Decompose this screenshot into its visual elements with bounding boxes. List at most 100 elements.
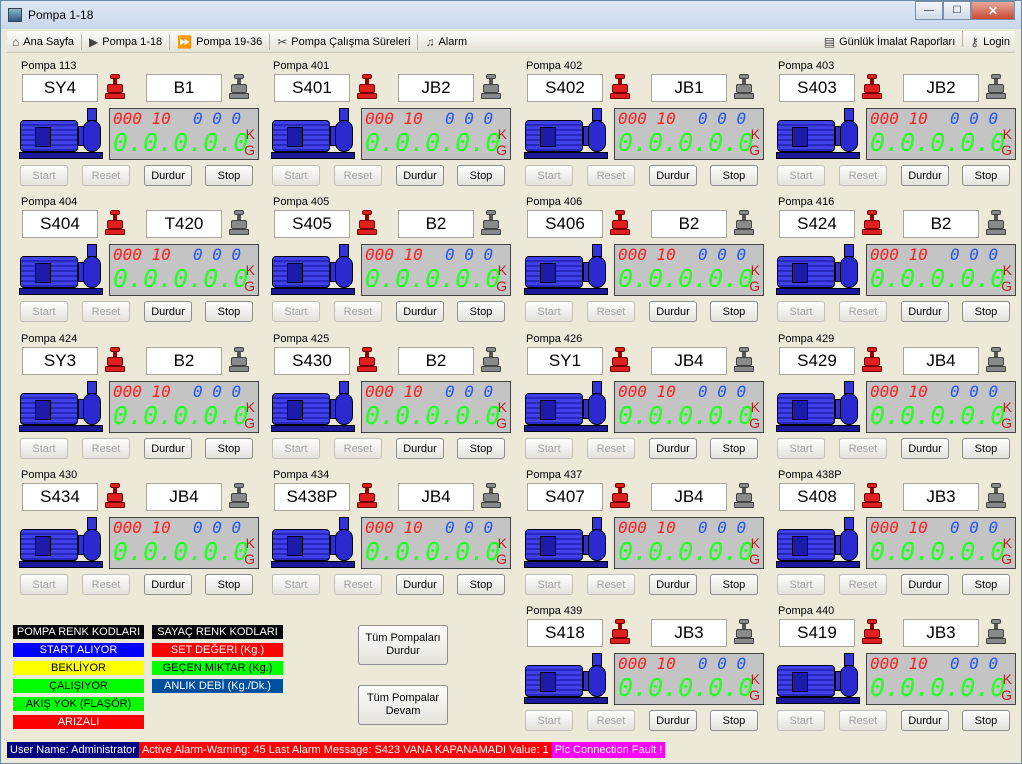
start-button[interactable]: Start	[525, 574, 573, 595]
stop-button[interactable]: Stop	[710, 710, 758, 731]
start-button[interactable]: Start	[272, 165, 320, 186]
durdur-button[interactable]: Durdur	[396, 165, 444, 186]
stop-all-pumps-button[interactable]: Tüm Pompaları Durdur	[358, 625, 448, 665]
start-button[interactable]: Start	[777, 165, 825, 186]
start-button[interactable]: Start	[20, 438, 68, 459]
stop-button[interactable]: Stop	[962, 301, 1010, 322]
menu-label: Pompa 1-18	[102, 35, 163, 48]
reset-button[interactable]: Reset	[587, 301, 635, 322]
start-button[interactable]: Start	[272, 438, 320, 459]
start-button[interactable]: Start	[777, 574, 825, 595]
reset-button[interactable]: Reset	[587, 710, 635, 731]
durdur-button[interactable]: Durdur	[901, 710, 949, 731]
start-button[interactable]: Start	[525, 301, 573, 322]
stop-button[interactable]: Stop	[710, 165, 758, 186]
stop-button[interactable]: Stop	[962, 165, 1010, 186]
menu-pompa-1-18[interactable]: ▶ Pompa 1-18	[84, 31, 167, 53]
reset-button[interactable]: Reset	[82, 165, 130, 186]
maximize-button[interactable]: ☐	[943, 1, 971, 20]
status-user: User Name: Administrator	[7, 741, 139, 758]
flow-rate-value: 0 0 0	[445, 382, 494, 401]
valve-red-icon	[105, 347, 125, 373]
amount-value: 0.0.0.0.0	[870, 673, 1006, 702]
title-bar[interactable]: Pompa 1-18 — ☐ ✕	[1, 1, 1021, 29]
tank-code-box: JB3	[903, 483, 979, 511]
stop-button[interactable]: Stop	[457, 301, 505, 322]
stop-button[interactable]: Stop	[205, 301, 253, 322]
reset-button[interactable]: Reset	[587, 574, 635, 595]
menu-ana-sayfa[interactable]: ⌂ Ana Sayfa	[7, 31, 79, 53]
start-button[interactable]: Start	[777, 710, 825, 731]
reset-button[interactable]: Reset	[334, 301, 382, 322]
durdur-button[interactable]: Durdur	[396, 438, 444, 459]
pump-card: Pompa 438P S408 JB3 000 10 0 0 0 0.0.0.0.0 K G S…	[776, 469, 1016, 600]
start-button[interactable]: Start	[20, 574, 68, 595]
minimize-button[interactable]: —	[915, 1, 943, 20]
reset-button[interactable]: Reset	[334, 438, 382, 459]
stop-button[interactable]: Stop	[205, 438, 253, 459]
stop-button[interactable]: Stop	[457, 438, 505, 459]
durdur-button[interactable]: Durdur	[649, 438, 697, 459]
reset-button[interactable]: Reset	[82, 438, 130, 459]
durdur-button[interactable]: Durdur	[144, 574, 192, 595]
durdur-button[interactable]: Durdur	[901, 574, 949, 595]
durdur-button[interactable]: Durdur	[144, 438, 192, 459]
start-button[interactable]: Start	[525, 438, 573, 459]
menu-pompa-calisma-sureleri[interactable]: ✂ Pompa Çalışma Süreleri	[272, 31, 415, 53]
stop-button[interactable]: Stop	[962, 438, 1010, 459]
start-button[interactable]: Start	[272, 301, 320, 322]
reset-button[interactable]: Reset	[587, 165, 635, 186]
tank-code-box: JB4	[651, 483, 727, 511]
reset-button[interactable]: Reset	[82, 301, 130, 322]
stop-button[interactable]: Stop	[710, 301, 758, 322]
stop-button[interactable]: Stop	[962, 710, 1010, 731]
reset-button[interactable]: Reset	[334, 574, 382, 595]
durdur-button[interactable]: Durdur	[649, 574, 697, 595]
durdur-button[interactable]: Durdur	[649, 710, 697, 731]
start-button[interactable]: Start	[777, 438, 825, 459]
set-value: 000 10	[365, 518, 423, 537]
stop-button[interactable]: Stop	[205, 574, 253, 595]
start-button[interactable]: Start	[272, 574, 320, 595]
set-value: 000 10	[870, 654, 928, 673]
durdur-button[interactable]: Durdur	[144, 165, 192, 186]
stop-button[interactable]: Stop	[962, 574, 1010, 595]
amount-value: 0.0.0.0.0	[113, 537, 249, 566]
durdur-button[interactable]: Durdur	[144, 301, 192, 322]
stop-button[interactable]: Stop	[457, 574, 505, 595]
close-button[interactable]: ✕	[971, 1, 1015, 20]
unit-k: K	[497, 535, 507, 551]
menu-gunluk-imalat-raporlari[interactable]: ▤ Günlük İmalat Raporları	[819, 31, 961, 53]
resume-all-pumps-button[interactable]: Tüm Pompalar Devam	[358, 685, 448, 725]
reset-button[interactable]: Reset	[587, 438, 635, 459]
menu-pompa-19-36[interactable]: ⏩ Pompa 19-36	[172, 31, 267, 53]
durdur-button[interactable]: Durdur	[649, 301, 697, 322]
durdur-button[interactable]: Durdur	[901, 165, 949, 186]
stop-button[interactable]: Stop	[205, 165, 253, 186]
menu-alarm[interactable]: ♫ Alarm	[420, 31, 472, 53]
reset-button[interactable]: Reset	[334, 165, 382, 186]
reset-button[interactable]: Reset	[839, 710, 887, 731]
reset-button[interactable]: Reset	[839, 301, 887, 322]
amount-value: 0.0.0.0.0	[113, 264, 249, 293]
durdur-button[interactable]: Durdur	[396, 574, 444, 595]
menu-login[interactable]: ⚷ Login	[965, 31, 1015, 53]
stop-button[interactable]: Stop	[710, 574, 758, 595]
reset-button[interactable]: Reset	[839, 438, 887, 459]
pump-code-box: S418	[527, 619, 603, 647]
stop-button[interactable]: Stop	[710, 438, 758, 459]
reset-button[interactable]: Reset	[839, 165, 887, 186]
stop-button[interactable]: Stop	[457, 165, 505, 186]
durdur-button[interactable]: Durdur	[901, 438, 949, 459]
durdur-button[interactable]: Durdur	[649, 165, 697, 186]
start-button[interactable]: Start	[525, 165, 573, 186]
start-button[interactable]: Start	[20, 165, 68, 186]
durdur-button[interactable]: Durdur	[901, 301, 949, 322]
start-button[interactable]: Start	[777, 301, 825, 322]
start-button[interactable]: Start	[525, 710, 573, 731]
play-icon: ▶	[89, 34, 99, 49]
reset-button[interactable]: Reset	[839, 574, 887, 595]
durdur-button[interactable]: Durdur	[396, 301, 444, 322]
start-button[interactable]: Start	[20, 301, 68, 322]
reset-button[interactable]: Reset	[82, 574, 130, 595]
